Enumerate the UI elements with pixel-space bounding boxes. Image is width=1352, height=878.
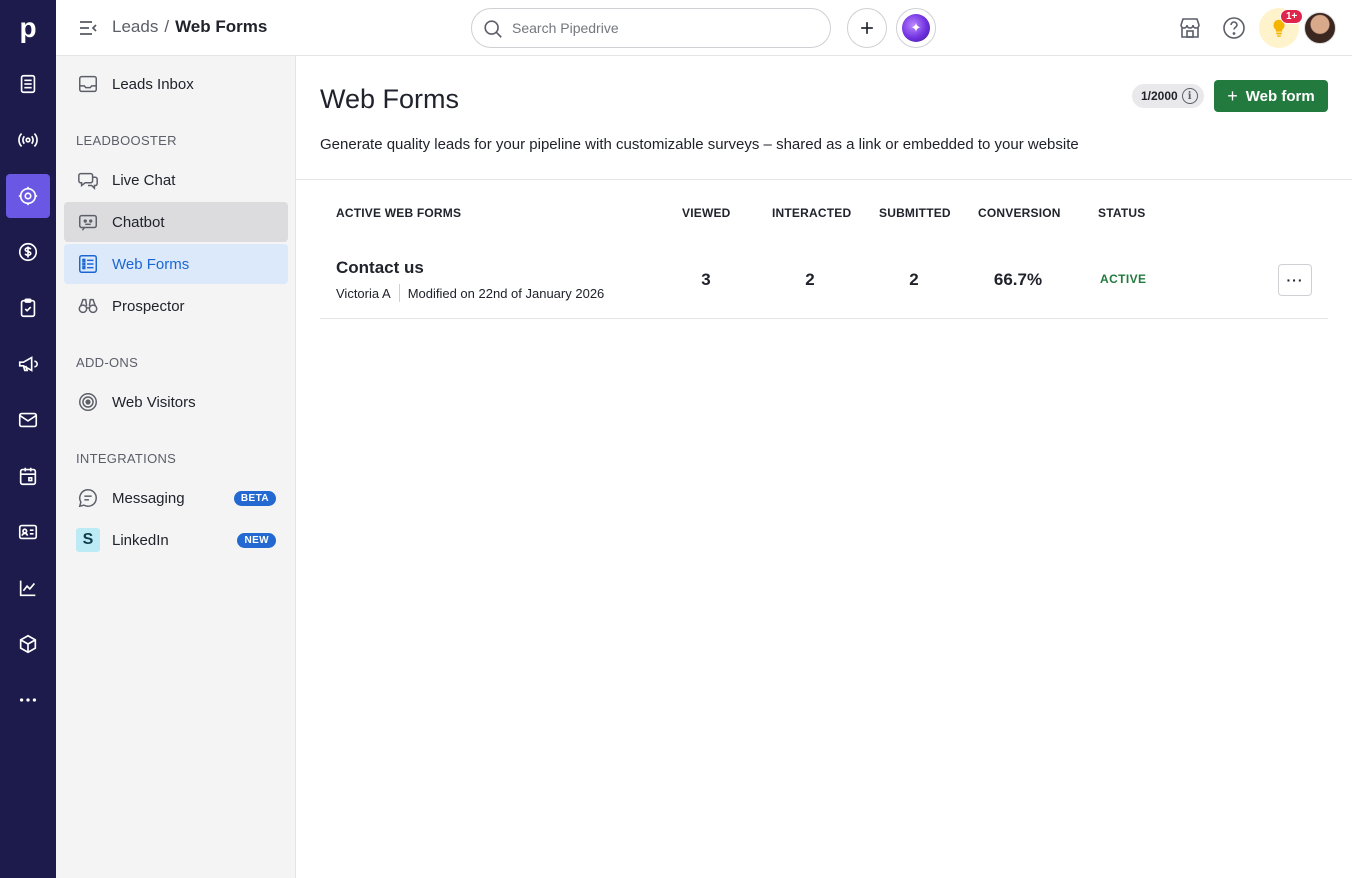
binoculars-icon bbox=[76, 294, 100, 318]
calendar-icon[interactable] bbox=[0, 454, 56, 498]
column-header-submitted[interactable]: SUBMITTED bbox=[879, 206, 951, 220]
form-modified: Modified on 22nd of January 2026 bbox=[407, 285, 605, 301]
leads-target-icon[interactable] bbox=[6, 174, 50, 218]
submitted-count: 2 bbox=[909, 270, 919, 289]
chatbot-icon bbox=[76, 210, 100, 234]
info-icon[interactable]: i bbox=[1181, 88, 1198, 104]
search-input[interactable] bbox=[512, 20, 812, 36]
column-header-status: STATUS bbox=[1098, 206, 1146, 220]
leads-sidebar: Leads Inbox LEADBOOSTER Live Chat Chatbo… bbox=[56, 56, 296, 878]
column-header-name[interactable]: ACTIVE WEB FORMS bbox=[336, 206, 461, 220]
row-actions-button[interactable]: ··· bbox=[1278, 264, 1312, 296]
sidebar-item-live-chat[interactable]: Live Chat bbox=[64, 160, 288, 200]
form-meta: Victoria A Modified on 22nd of January 2… bbox=[336, 284, 604, 302]
linkedin-sales-icon: S bbox=[76, 528, 100, 552]
table-row[interactable]: Contact us Victoria A Modified on 22nd o… bbox=[320, 236, 1328, 319]
quick-add-button[interactable] bbox=[847, 8, 887, 48]
insights-chart-icon[interactable] bbox=[0, 566, 56, 610]
sidebar-item-label: Live Chat bbox=[112, 171, 176, 189]
user-avatar[interactable] bbox=[1304, 12, 1336, 44]
conversion-rate: 66.7% bbox=[993, 270, 1043, 289]
section-leadbooster: LEADBOOSTER bbox=[76, 133, 177, 148]
help-icon[interactable] bbox=[1221, 15, 1247, 41]
main-content: Web Forms 1/2000 i + Web form Generate q… bbox=[296, 56, 1352, 878]
add-web-form-button[interactable]: + Web form bbox=[1214, 80, 1328, 112]
beta-badge: BETA bbox=[233, 490, 276, 506]
leads-list-icon[interactable] bbox=[0, 62, 56, 106]
sidebar-item-label: Prospector bbox=[112, 297, 185, 315]
plus-icon bbox=[861, 22, 873, 34]
sidebar-item-chatbot[interactable]: Chatbot bbox=[64, 202, 288, 242]
sidebar-item-leads-inbox[interactable]: Leads Inbox bbox=[64, 64, 288, 104]
page-description: Generate quality leads for your pipeline… bbox=[320, 136, 1079, 153]
sidebar-item-label: Messaging bbox=[112, 489, 185, 507]
viewed-count: 3 bbox=[701, 270, 711, 289]
marketplace-icon[interactable] bbox=[1177, 15, 1203, 41]
sidebar-item-label: Web Visitors bbox=[112, 393, 196, 411]
add-button-label: Web form bbox=[1245, 87, 1315, 105]
sidebar-item-messaging[interactable]: Messaging BETA bbox=[64, 478, 288, 518]
search-box[interactable] bbox=[471, 8, 831, 48]
form-list-icon bbox=[76, 252, 100, 276]
header-divider bbox=[296, 179, 1352, 180]
mail-icon[interactable] bbox=[0, 398, 56, 442]
column-header-viewed[interactable]: VIEWED bbox=[682, 206, 731, 220]
inbox-icon bbox=[76, 72, 100, 96]
meta-divider bbox=[398, 284, 400, 302]
breadcrumb-current: Web Forms bbox=[175, 17, 268, 36]
new-badge: NEW bbox=[237, 532, 276, 548]
interacted-count: 2 bbox=[805, 270, 815, 289]
sidebar-item-label: LinkedIn bbox=[112, 531, 169, 549]
megaphone-icon[interactable] bbox=[0, 342, 56, 386]
sidebar-item-prospector[interactable]: Prospector bbox=[64, 286, 288, 326]
pipedrive-logo[interactable]: p bbox=[0, 0, 56, 56]
sidebar-item-label: Chatbot bbox=[112, 213, 165, 231]
chat-bubbles-icon bbox=[76, 168, 100, 192]
sidebar-item-web-forms[interactable]: Web Forms bbox=[64, 244, 288, 284]
broadcast-icon[interactable] bbox=[0, 118, 56, 162]
section-integrations: INTEGRATIONS bbox=[76, 451, 177, 466]
sidebar-item-web-visitors[interactable]: Web Visitors bbox=[64, 382, 288, 422]
column-header-conversion[interactable]: CONVERSION bbox=[978, 206, 1061, 220]
more-dots-icon[interactable] bbox=[0, 678, 56, 722]
breadcrumb-leads-link[interactable]: Leads bbox=[112, 17, 158, 37]
sidebar-item-label: Web Forms bbox=[112, 255, 190, 273]
contacts-card-icon[interactable] bbox=[0, 510, 56, 554]
page-title: Web Forms bbox=[320, 84, 460, 114]
breadcrumb-separator: / bbox=[164, 17, 170, 36]
form-owner: Victoria A bbox=[336, 285, 391, 301]
sidebar-item-label: Leads Inbox bbox=[112, 75, 194, 93]
collapse-menu-icon[interactable] bbox=[76, 16, 100, 40]
plus-icon: + bbox=[1227, 85, 1238, 106]
section-addons: ADD-ONS bbox=[76, 355, 139, 370]
form-name[interactable]: Contact us bbox=[336, 258, 424, 278]
quota-text: 1/2000 bbox=[1141, 89, 1178, 103]
search-icon bbox=[482, 18, 504, 40]
products-box-icon[interactable] bbox=[0, 622, 56, 666]
status-badge: ACTIVE bbox=[1100, 272, 1147, 286]
tasks-clipboard-icon[interactable] bbox=[0, 286, 56, 330]
top-bar: Leads / Web Forms ✦ 1+ bbox=[56, 0, 1352, 56]
message-bubble-icon bbox=[76, 486, 100, 510]
notification-badge: 1+ bbox=[1280, 9, 1304, 24]
ai-sparkle-icon: ✦ bbox=[902, 14, 930, 42]
app-rail: p bbox=[0, 0, 56, 878]
more-dots-icon: ··· bbox=[1286, 272, 1304, 288]
dollar-icon[interactable] bbox=[0, 230, 56, 274]
breadcrumb: Leads / Web Forms bbox=[112, 17, 267, 37]
ai-assistant-button[interactable]: ✦ bbox=[896, 8, 936, 48]
radar-icon bbox=[76, 390, 100, 414]
form-quota-badge: 1/2000 i bbox=[1132, 84, 1204, 108]
sidebar-item-linkedin[interactable]: S LinkedIn NEW bbox=[64, 520, 288, 560]
column-header-interacted[interactable]: INTERACTED bbox=[772, 206, 851, 220]
